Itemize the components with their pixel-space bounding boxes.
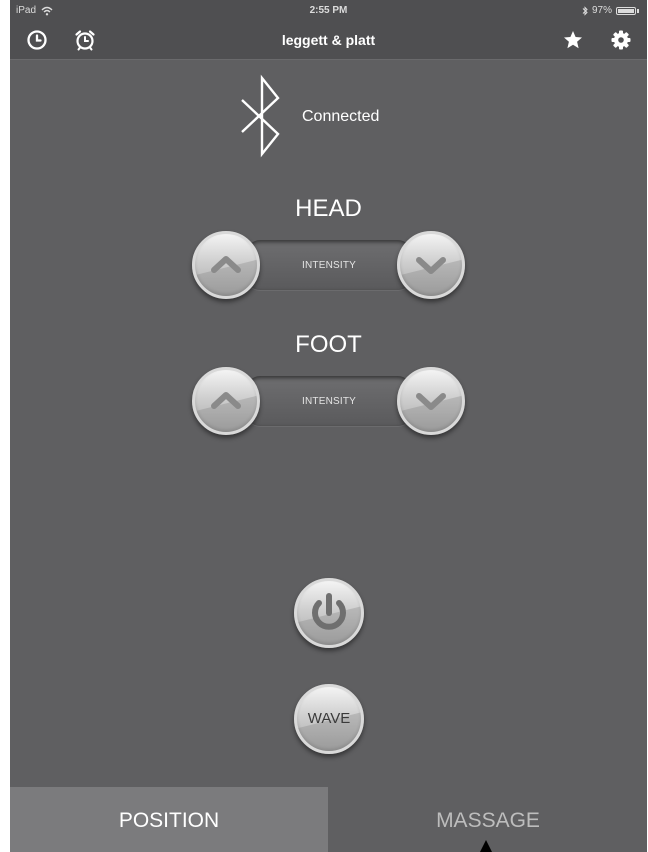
active-tab-indicator <box>480 840 492 852</box>
tab-position[interactable]: POSITION <box>10 787 328 852</box>
nav-title: leggett & platt <box>281 32 376 48</box>
bluetooth-icon <box>238 74 288 167</box>
head-up-button[interactable] <box>192 231 260 299</box>
battery-percent: 97% <box>591 5 612 16</box>
foot-down-button[interactable] <box>397 367 465 435</box>
battery-icon <box>616 6 636 15</box>
wave-label: WAVE <box>307 710 351 727</box>
tab-bar: POSITION MASSAGE <box>10 787 647 852</box>
connection-status: Connected <box>302 108 380 125</box>
head-intensity-label: INTENSITY <box>301 260 357 271</box>
foot-label: FOOT <box>295 331 362 358</box>
foot-intensity-label: INTENSITY <box>301 396 357 407</box>
wave-button[interactable]: WAVE <box>294 684 364 754</box>
battery-level <box>618 8 634 13</box>
chevron-down-icon <box>416 257 446 274</box>
star-icon[interactable] <box>562 29 584 51</box>
bluetooth-icon <box>582 5 588 16</box>
chevron-up-icon <box>211 256 241 273</box>
battery-nub <box>637 8 639 13</box>
foot-intensity-track: INTENSITY <box>246 376 412 426</box>
foot-up-button[interactable] <box>192 367 260 435</box>
app-window: iPad 2:55 PM 97% leggett & platt Connect… <box>10 0 647 852</box>
head-down-button[interactable] <box>397 231 465 299</box>
chevron-up-icon <box>211 392 241 409</box>
power-icon <box>312 593 346 630</box>
status-time: 2:55 PM <box>309 5 348 16</box>
head-intensity-track: INTENSITY <box>246 240 412 290</box>
gear-icon[interactable] <box>610 29 632 51</box>
status-right: 97% <box>582 5 639 16</box>
nav-bar: leggett & platt <box>10 21 647 60</box>
power-button[interactable] <box>294 578 364 648</box>
head-label: HEAD <box>295 195 362 222</box>
status-bar: iPad 2:55 PM 97% <box>10 0 647 21</box>
chevron-down-icon <box>416 393 446 410</box>
